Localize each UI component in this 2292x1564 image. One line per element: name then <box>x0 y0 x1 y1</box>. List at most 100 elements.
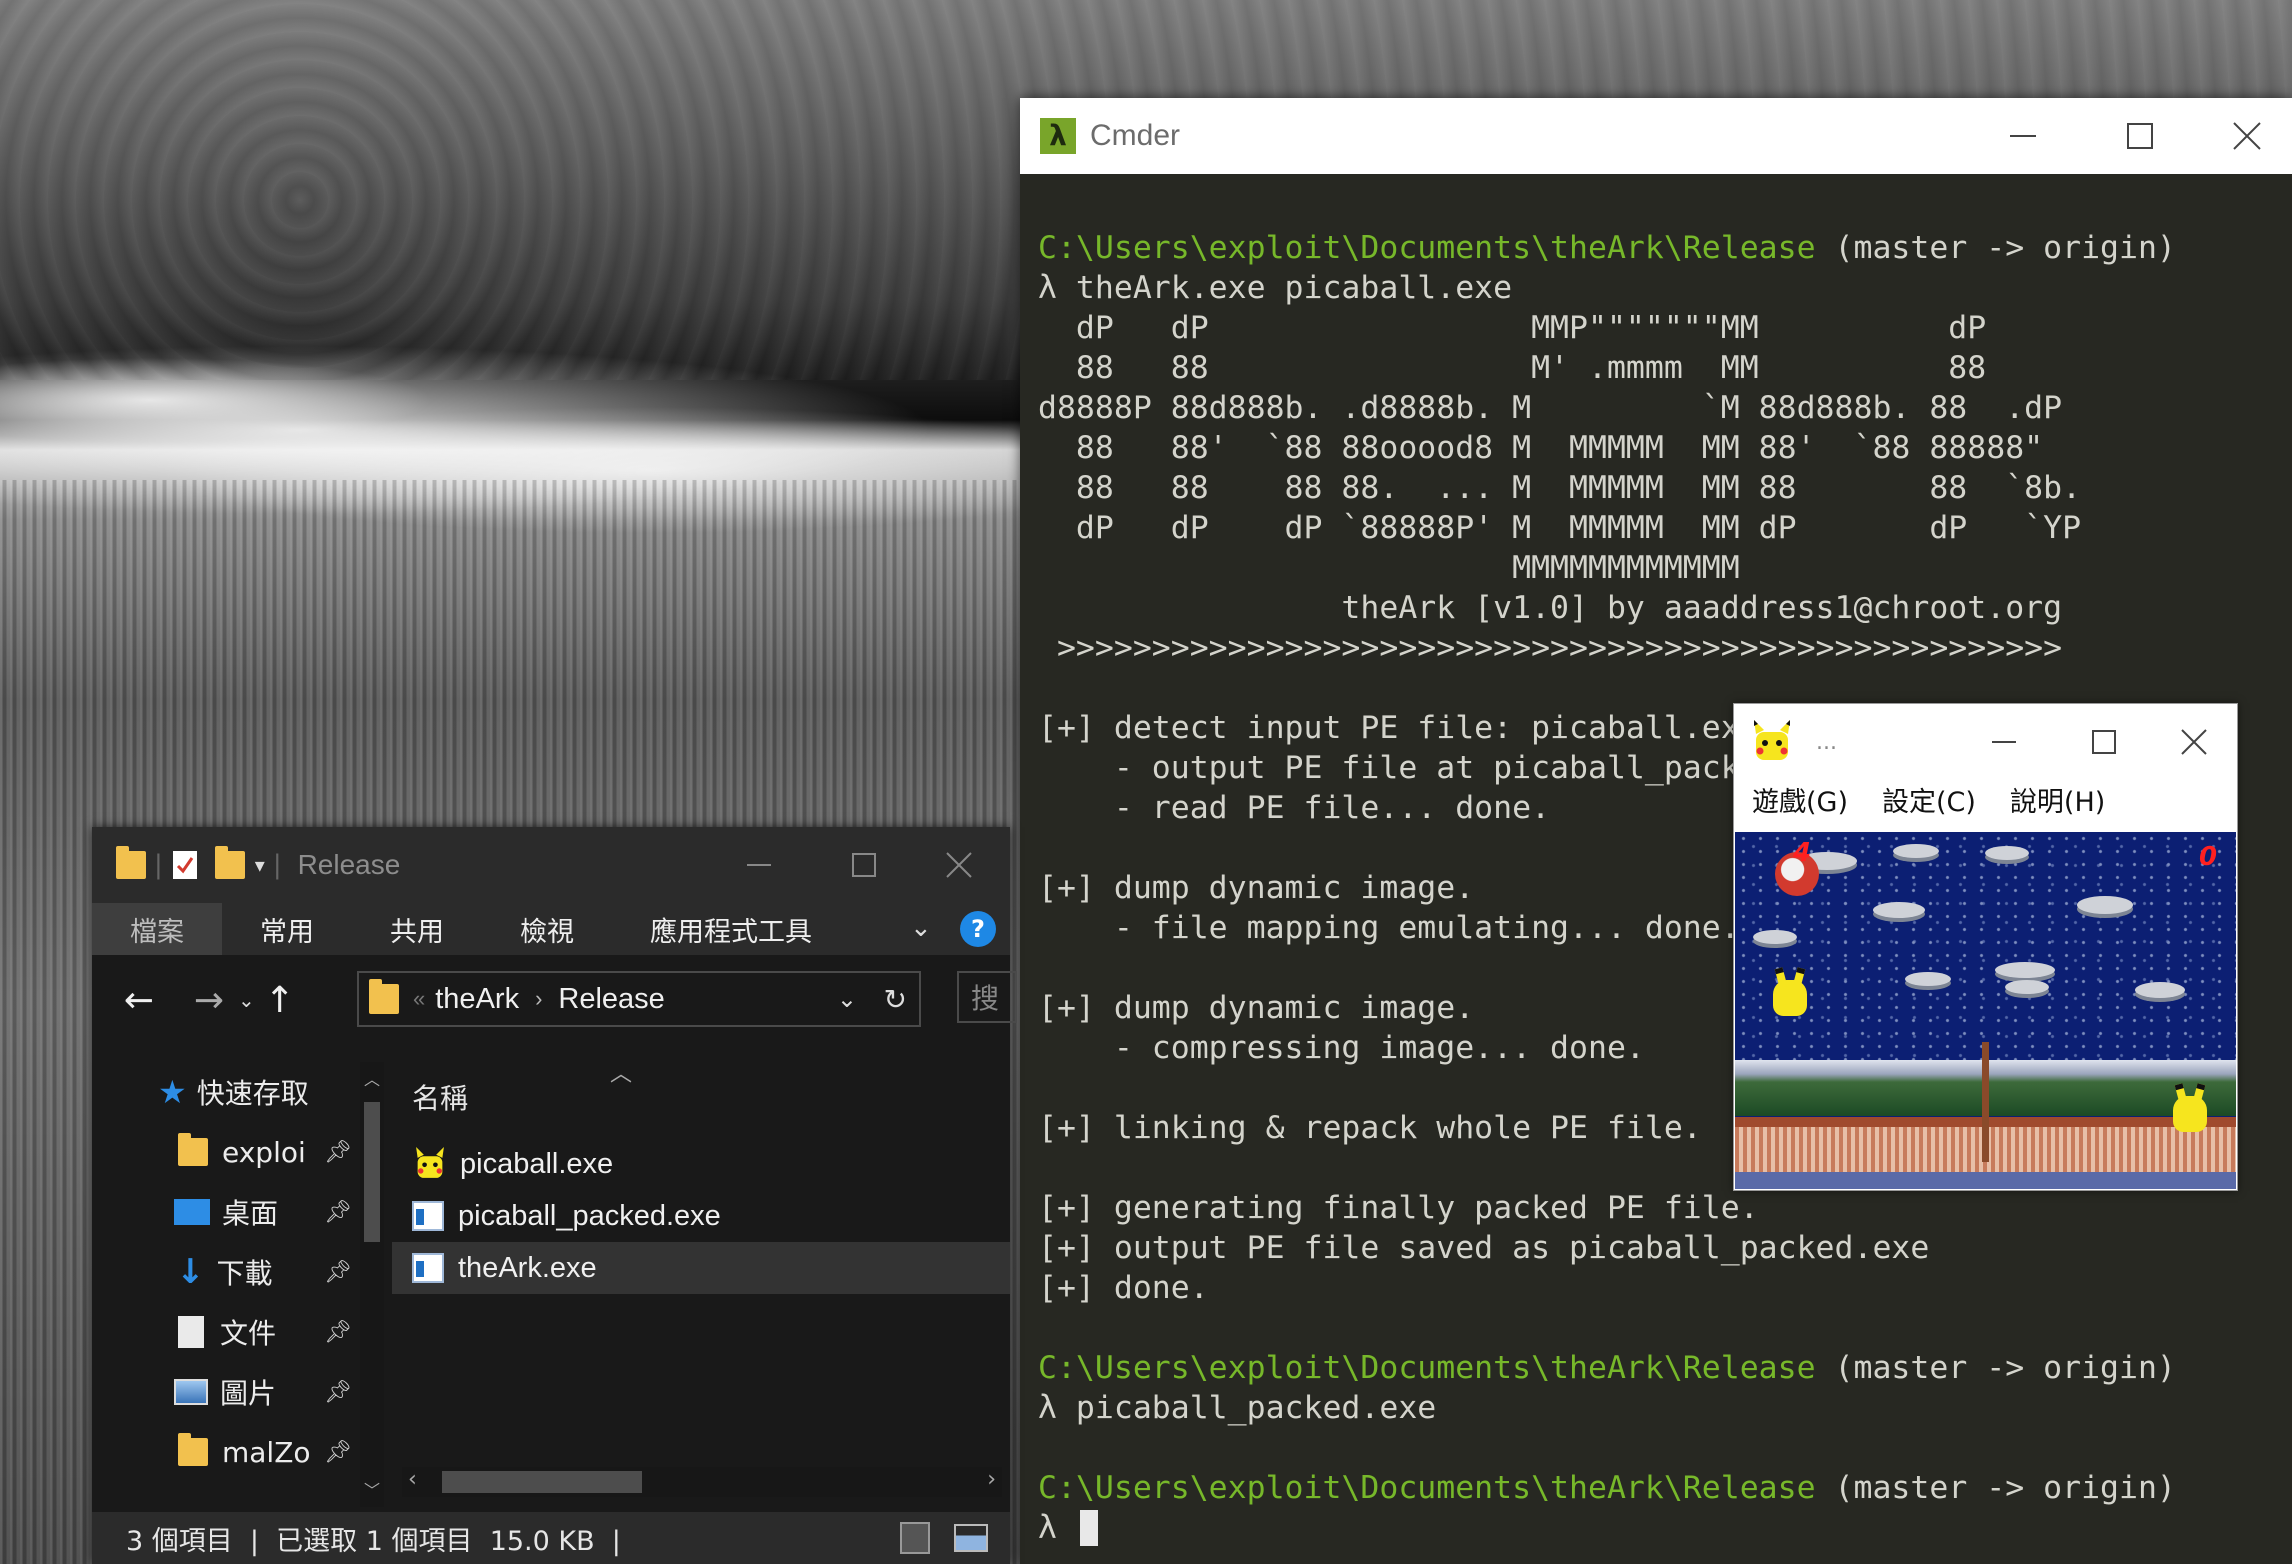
folder-icon <box>178 1433 208 1466</box>
pin-icon: 📌︎ <box>324 1199 352 1225</box>
details-view-icon[interactable] <box>900 1522 930 1554</box>
navigation-pane: ★ 快速存取 exploi 📌︎ 桌面 📌︎ ↓ 下載 📌︎ 文件 📌︎ 圖片 … <box>92 1062 392 1512</box>
desktop-icon <box>174 1199 210 1225</box>
menu-help[interactable]: 說明(H) <box>2010 780 2105 819</box>
prompt-symbol: λ <box>1038 1510 1076 1546</box>
git-branch: (master -> origin) <box>1815 230 2176 266</box>
scroll-down-icon[interactable]: ﹀ <box>364 1477 380 1501</box>
up-arrow-icon[interactable]: ↑ <box>255 980 305 1021</box>
terminal-prompt-line[interactable]: λ <box>1038 1508 2282 1548</box>
nav-desktop[interactable]: 桌面 📌︎ <box>92 1182 392 1242</box>
properties-icon[interactable] <box>171 849 201 881</box>
nav-pane-scrollbar[interactable]: ︿ ﹀ <box>360 1062 384 1507</box>
breadcrumb-theark[interactable]: theArk <box>435 983 519 1016</box>
scroll-left-icon[interactable]: ‹ <box>408 1467 417 1492</box>
cloud <box>1905 972 1951 986</box>
chevron-down-icon[interactable]: ⌄ <box>910 913 932 943</box>
pin-icon: 📌︎ <box>324 1259 352 1285</box>
score-right: 0 <box>2199 842 2218 872</box>
score-left: 4 <box>1793 838 1812 868</box>
terminal-line: 88 88 M' .mmmm MM 88 <box>1038 350 1987 386</box>
git-branch: (master -> origin) <box>1815 1350 2176 1386</box>
refresh-icon[interactable]: ↻ <box>884 983 907 1016</box>
scroll-up-icon[interactable]: ︿ <box>364 1066 380 1090</box>
minimize-icon <box>746 864 771 866</box>
game-minimize-button[interactable] <box>1964 704 2044 780</box>
cmder-titlebar[interactable]: λ Cmder <box>1020 98 2292 174</box>
cloud <box>2077 896 2133 914</box>
nav-malzo[interactable]: malZo 📌︎ <box>92 1422 392 1482</box>
terminal-line: λ theArk.exe picaball.exe <box>1038 270 1513 306</box>
explorer-close-button[interactable] <box>900 827 1017 903</box>
nav-label: malZo <box>222 1435 311 1469</box>
file-row[interactable]: picaball_packed.exe <box>392 1190 1010 1242</box>
nav-pictures[interactable]: 圖片 📌︎ <box>92 1362 392 1422</box>
file-name: theArk.exe <box>458 1251 597 1284</box>
tab-share[interactable]: 共用 <box>352 903 482 955</box>
picaball-title: ... <box>1816 729 1837 755</box>
tab-home[interactable]: 常用 <box>222 903 352 955</box>
picaball-window[interactable]: ... 遊戲(G) 設定(C) 說明(H) 4 0 <box>1733 703 2238 1191</box>
cloud <box>2005 980 2049 994</box>
lambda-icon: λ <box>1040 118 1076 154</box>
menu-settings[interactable]: 設定(C) <box>1882 780 1976 819</box>
explorer-minimize-button[interactable] <box>700 827 817 903</box>
nav-exploit[interactable]: exploi 📌︎ <box>92 1122 392 1182</box>
pikachu-player-right <box>2173 1096 2207 1132</box>
document-icon <box>178 1316 204 1348</box>
large-icons-view-icon[interactable] <box>954 1524 988 1552</box>
forward-arrow-icon[interactable]: → <box>184 980 234 1021</box>
maximize-button[interactable] <box>2081 98 2198 174</box>
nav-quick-access[interactable]: ★ 快速存取 <box>92 1062 392 1122</box>
address-bar[interactable]: « theArk › Release ⌄ ↻ <box>357 971 921 1027</box>
terminal-line: [+] generating finally packed PE file. <box>1038 1190 1759 1226</box>
help-icon[interactable]: ? <box>960 911 996 947</box>
sort-ascending-icon: ︿ <box>610 1062 633 1087</box>
minimize-button[interactable] <box>1964 98 2081 174</box>
prompt-path: C:\Users\exploit\Documents\theArk\Releas… <box>1038 1350 1816 1386</box>
new-folder-icon[interactable] <box>214 846 245 879</box>
explorer-title: Release <box>297 849 401 880</box>
terminal-line: theArk [v1.0] by aaaddress1@chroot.org <box>1038 590 2063 626</box>
game-screen[interactable]: 4 0 <box>1735 832 2236 1189</box>
recent-locations-icon[interactable]: ⌄ <box>238 988 255 1012</box>
search-input[interactable]: 搜 <box>957 971 1017 1023</box>
terminal-line: C:\Users\exploit\Documents\theArk\Releas… <box>1038 1468 2282 1508</box>
address-dropdown-icon[interactable]: ⌄ <box>837 985 857 1014</box>
nav-label: 圖片 <box>220 1377 277 1410</box>
scroll-right-icon[interactable]: › <box>987 1467 996 1492</box>
file-row-selected[interactable]: theArk.exe <box>392 1242 1010 1294</box>
nav-documents[interactable]: 文件 📌︎ <box>92 1302 392 1362</box>
explorer-titlebar[interactable]: | ▾ | Release <box>92 827 1010 903</box>
column-header-name[interactable]: 名稱 <box>392 1062 1010 1132</box>
cloud <box>1753 930 1797 944</box>
terminal-line: C:\Users\exploit\Documents\theArk\Releas… <box>1038 228 2282 268</box>
file-row[interactable]: picaball.exe <box>392 1138 1010 1190</box>
file-list-scrollbar[interactable]: ‹ › <box>402 1467 1002 1497</box>
pin-icon: 📌︎ <box>324 1439 352 1465</box>
close-button[interactable] <box>2188 98 2292 174</box>
net-pole <box>1982 1042 1989 1162</box>
game-close-button[interactable] <box>2154 704 2234 780</box>
prompt-path: C:\Users\exploit\Documents\theArk\Releas… <box>1038 1470 1816 1506</box>
menu-game[interactable]: 遊戲(G) <box>1752 780 1848 819</box>
tab-view[interactable]: 檢視 <box>482 903 612 955</box>
scrollbar-thumb[interactable] <box>442 1471 642 1493</box>
nav-downloads[interactable]: ↓ 下載 📌︎ <box>92 1242 392 1302</box>
close-icon <box>945 852 972 878</box>
game-maximize-button[interactable] <box>2064 704 2144 780</box>
quick-access-dropdown-icon[interactable]: ▾ <box>255 853 265 877</box>
nav-label: 文件 <box>220 1317 277 1350</box>
file-explorer-window[interactable]: | ▾ | Release 檔案 常用 共用 檢視 應用程式工具 ⌄ ? ← →… <box>92 827 1017 1564</box>
breadcrumb-overflow[interactable]: « <box>413 986 425 1012</box>
maximize-icon <box>851 853 876 877</box>
tab-application-tools[interactable]: 應用程式工具 <box>612 903 850 955</box>
pin-icon: 📌︎ <box>324 1319 352 1345</box>
back-arrow-icon[interactable]: ← <box>114 980 164 1021</box>
folder-icon <box>369 979 399 1014</box>
breadcrumb-release[interactable]: Release <box>558 983 664 1016</box>
scrollbar-thumb[interactable] <box>364 1102 380 1242</box>
picaball-titlebar[interactable]: ... <box>1734 704 2237 780</box>
tab-file[interactable]: 檔案 <box>92 903 222 955</box>
